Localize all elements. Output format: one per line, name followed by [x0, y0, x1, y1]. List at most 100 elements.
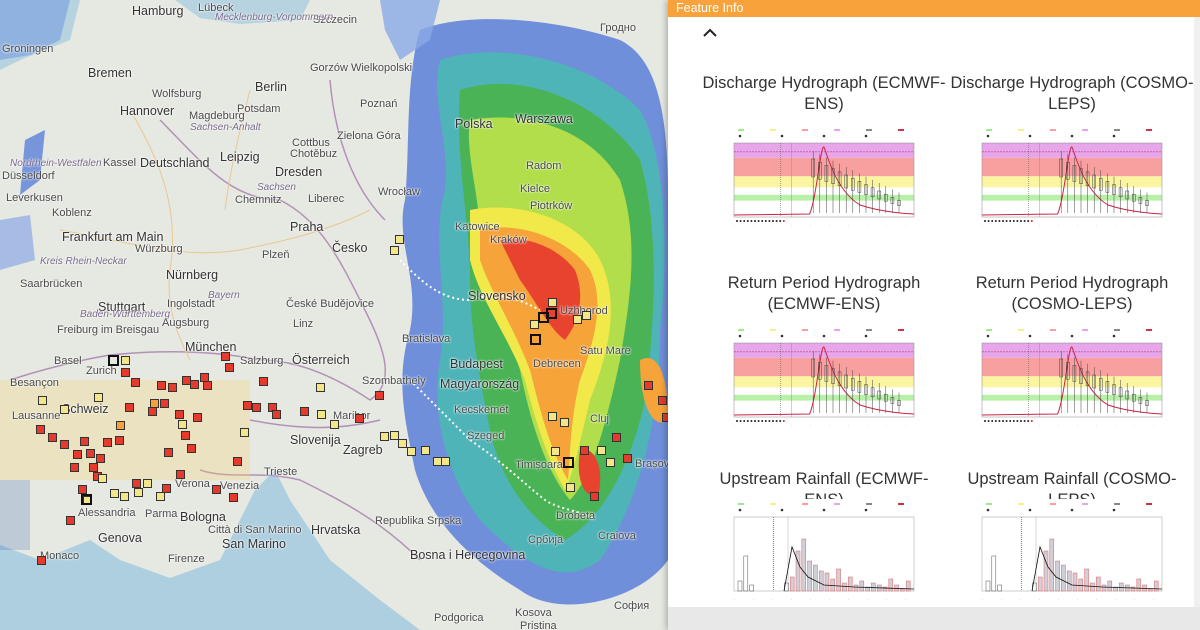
reporting-point-marker[interactable]	[121, 356, 130, 365]
hydrograph-image[interactable]: · · · · · · · · · ·	[968, 125, 1180, 235]
reporting-point-marker[interactable]	[573, 315, 582, 324]
reporting-point-marker[interactable]	[380, 432, 389, 441]
reporting-point-marker[interactable]	[407, 447, 416, 456]
reporting-point-marker[interactable]	[212, 485, 221, 494]
reporting-point-marker[interactable]	[132, 479, 141, 488]
reporting-point-marker[interactable]	[355, 414, 364, 423]
reporting-point-marker[interactable]	[175, 410, 184, 419]
reporting-point-marker[interactable]	[78, 485, 87, 494]
reporting-point-marker[interactable]	[193, 413, 202, 422]
scrollbar[interactable]	[1194, 17, 1200, 607]
svg-text:·: ·	[1001, 224, 1002, 228]
reporting-point-marker[interactable]	[398, 439, 407, 448]
reporting-point-marker[interactable]	[548, 298, 557, 307]
reporting-point-marker[interactable]	[168, 383, 177, 392]
reporting-point-marker[interactable]	[60, 405, 69, 414]
reporting-point-marker[interactable]	[98, 474, 107, 483]
reporting-point-marker[interactable]	[121, 368, 130, 377]
reporting-point-marker[interactable]	[259, 377, 268, 386]
reporting-point-marker[interactable]	[551, 447, 560, 456]
reporting-point-marker[interactable]	[316, 383, 325, 392]
reporting-point-marker[interactable]	[66, 516, 75, 525]
svg-text:·: ·	[867, 424, 868, 428]
reporting-point-marker[interactable]	[36, 425, 45, 434]
reporting-point-marker[interactable]	[70, 463, 79, 472]
reporting-point-marker[interactable]	[134, 488, 143, 497]
reporting-point-marker[interactable]	[37, 556, 46, 565]
hydrograph-image[interactable]: · · · · · · · · · ·	[968, 325, 1180, 435]
reporting-point-marker[interactable]	[623, 454, 632, 463]
selected-point-marker[interactable]	[108, 355, 119, 366]
reporting-point-marker[interactable]	[390, 246, 399, 255]
reporting-point-marker[interactable]	[80, 437, 89, 446]
reporting-point-marker[interactable]	[317, 410, 326, 419]
selected-point-marker[interactable]	[563, 457, 574, 468]
reporting-point-marker[interactable]	[580, 446, 589, 455]
reporting-point-marker[interactable]	[548, 412, 557, 421]
reporting-point-marker[interactable]	[110, 489, 119, 498]
reporting-point-marker[interactable]	[86, 449, 95, 458]
reporting-point-marker[interactable]	[225, 363, 234, 372]
selected-point-marker[interactable]	[81, 494, 92, 505]
reporting-point-marker[interactable]	[73, 450, 82, 459]
reporting-point-marker[interactable]	[644, 381, 653, 390]
reporting-point-marker[interactable]	[203, 381, 212, 390]
hydrograph-image[interactable]: · · · · · · · · · ·	[720, 499, 932, 609]
reporting-point-marker[interactable]	[597, 446, 606, 455]
reporting-point-marker[interactable]	[560, 418, 569, 427]
reporting-point-marker[interactable]	[395, 235, 404, 244]
reporting-point-marker[interactable]	[590, 492, 599, 501]
reporting-point-marker[interactable]	[566, 483, 575, 492]
reporting-point-marker[interactable]	[300, 407, 309, 416]
map-label: Zagreb	[343, 443, 383, 457]
reporting-point-marker[interactable]	[156, 492, 165, 501]
reporting-point-marker[interactable]	[116, 421, 125, 430]
reporting-point-marker[interactable]	[272, 410, 281, 419]
reporting-point-marker[interactable]	[658, 396, 667, 405]
reporting-point-marker[interactable]	[181, 431, 190, 440]
reporting-point-marker[interactable]	[157, 381, 166, 390]
reporting-point-marker[interactable]	[143, 479, 152, 488]
reporting-point-marker[interactable]	[240, 428, 249, 437]
reporting-point-marker[interactable]	[115, 436, 124, 445]
selected-point-marker[interactable]	[546, 308, 557, 319]
reporting-point-marker[interactable]	[187, 444, 196, 453]
hydrograph-image[interactable]: · · · · · · · · · ·	[720, 125, 932, 235]
reporting-point-marker[interactable]	[60, 440, 69, 449]
reporting-point-marker[interactable]	[178, 420, 187, 429]
reporting-point-marker[interactable]	[243, 401, 252, 410]
selected-point-marker[interactable]	[530, 334, 541, 345]
reporting-point-marker[interactable]	[89, 463, 98, 472]
map-label: Bosna i Hercegovina	[410, 548, 526, 562]
reporting-point-marker[interactable]	[96, 454, 105, 463]
reporting-point-marker[interactable]	[606, 458, 615, 467]
reporting-point-marker[interactable]	[94, 393, 103, 402]
reporting-point-marker[interactable]	[38, 396, 47, 405]
reporting-point-marker[interactable]	[582, 311, 591, 320]
map-label: Saarbrücken	[20, 278, 83, 290]
reporting-point-marker[interactable]	[48, 433, 57, 442]
reporting-point-marker[interactable]	[375, 391, 384, 400]
reporting-point-marker[interactable]	[176, 470, 185, 479]
chevron-up-icon[interactable]	[702, 23, 718, 44]
reporting-point-marker[interactable]	[148, 407, 157, 416]
reporting-point-marker[interactable]	[103, 438, 112, 447]
reporting-point-marker[interactable]	[221, 352, 230, 361]
reporting-point-marker[interactable]	[229, 493, 238, 502]
hydrograph-image[interactable]: · · · · · · · · · ·	[720, 325, 932, 435]
reporting-point-marker[interactable]	[441, 457, 450, 466]
reporting-point-marker[interactable]	[164, 448, 173, 457]
panel-body[interactable]: Discharge Hydrograph (ECMWF- ENS) · · · · · · · ·…	[680, 17, 1200, 609]
reporting-point-marker[interactable]	[125, 403, 134, 412]
reporting-point-marker[interactable]	[612, 433, 621, 442]
reporting-point-marker[interactable]	[252, 403, 261, 412]
reporting-point-marker[interactable]	[421, 446, 430, 455]
reporting-point-marker[interactable]	[330, 420, 339, 429]
reporting-point-marker[interactable]	[160, 399, 169, 408]
reporting-point-marker[interactable]	[120, 492, 129, 501]
reporting-point-marker[interactable]	[131, 378, 140, 387]
reporting-point-marker[interactable]	[190, 380, 199, 389]
reporting-point-marker[interactable]	[233, 457, 242, 466]
reporting-point-marker[interactable]	[150, 399, 159, 408]
hydrograph-image[interactable]: · · · · · · · · · ·	[968, 499, 1180, 609]
